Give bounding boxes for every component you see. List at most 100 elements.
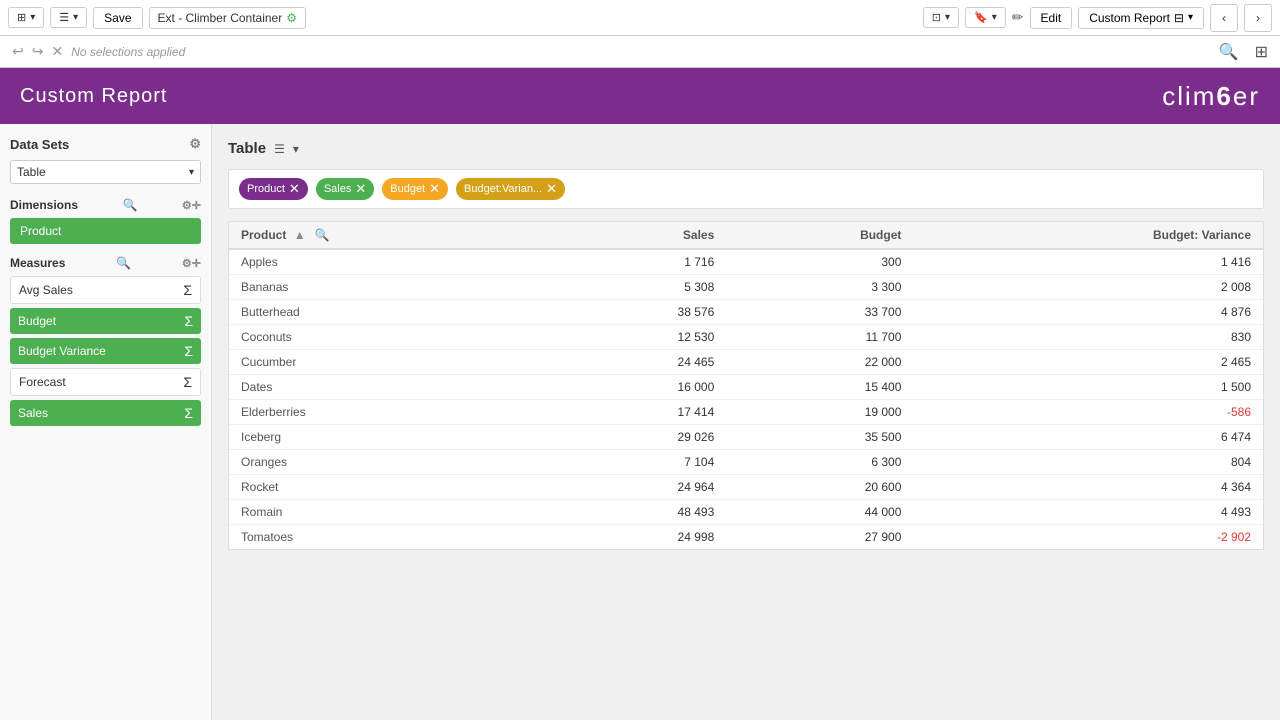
dimension-product-label: Product bbox=[20, 224, 61, 238]
chevron-down-icon5: ▾ bbox=[1188, 12, 1193, 23]
cell-variance: 1 500 bbox=[913, 375, 1263, 400]
chevron-down-icon2: ▾ bbox=[73, 12, 78, 23]
table-row: Elderberries17 41419 000-586 bbox=[229, 400, 1263, 425]
filter-chips-container: Product ✕ Sales ✕ Budget ✕ Budget:Varian… bbox=[228, 169, 1264, 209]
col-budget-label: Budget bbox=[860, 228, 901, 242]
cell-budget: 15 400 bbox=[726, 375, 913, 400]
panel-dropdown-icon[interactable]: ▾ bbox=[293, 142, 299, 156]
chip-product-label: Product bbox=[247, 183, 285, 195]
cell-product: Dates bbox=[229, 375, 552, 400]
content-panel: Table ☰ ▾ Product ✕ Sales ✕ Budget ✕ Bud… bbox=[212, 124, 1280, 720]
search-icon[interactable]: 🔍 bbox=[1219, 42, 1239, 62]
chip-sales-close[interactable]: ✕ bbox=[355, 181, 366, 197]
edit-button[interactable]: Edit bbox=[1030, 7, 1073, 29]
bookmark-button[interactable]: 🔖 ▾ bbox=[965, 7, 1006, 28]
chip-budget-close[interactable]: ✕ bbox=[429, 181, 440, 197]
dimension-product[interactable]: Product bbox=[10, 218, 201, 244]
sidebar: Data Sets ⚙ Table ▾ Dimensions 🔍 ⚙✛ Prod… bbox=[0, 124, 212, 720]
col-product[interactable]: Product ▲ 🔍 bbox=[229, 222, 552, 249]
cell-sales: 17 414 bbox=[552, 400, 726, 425]
datasets-gear-icon[interactable]: ⚙ bbox=[189, 136, 201, 152]
cell-budget: 11 700 bbox=[726, 325, 913, 350]
measure-forecast[interactable]: Forecast Σ bbox=[10, 368, 201, 396]
cell-variance: 830 bbox=[913, 325, 1263, 350]
measures-search-icon[interactable]: 🔍 bbox=[116, 256, 131, 270]
cell-product: Butterhead bbox=[229, 300, 552, 325]
forward-icon[interactable]: ↪ bbox=[32, 43, 44, 60]
measure-avg-sales[interactable]: Avg Sales Σ bbox=[10, 276, 201, 304]
cell-budget: 22 000 bbox=[726, 350, 913, 375]
monitor-button[interactable]: ⊡ ▾ bbox=[923, 7, 959, 28]
measures-settings-icon[interactable]: ⚙✛ bbox=[182, 257, 201, 270]
dimensions-label: Dimensions bbox=[10, 198, 78, 212]
cell-budget: 44 000 bbox=[726, 500, 913, 525]
table-row: Romain48 49344 0004 493 bbox=[229, 500, 1263, 525]
cell-product: Rocket bbox=[229, 475, 552, 500]
cell-sales: 16 000 bbox=[552, 375, 726, 400]
chip-sales[interactable]: Sales ✕ bbox=[316, 178, 374, 200]
cell-product: Apples bbox=[229, 249, 552, 275]
chip-budget-variance-close[interactable]: ✕ bbox=[546, 181, 557, 197]
back-icon[interactable]: ↩ bbox=[12, 43, 24, 60]
cell-sales: 12 530 bbox=[552, 325, 726, 350]
measure-sales[interactable]: Sales Σ bbox=[10, 400, 201, 426]
table-row: Bananas5 3083 3002 008 bbox=[229, 275, 1263, 300]
list-toggle-btn[interactable]: ☰ ▾ bbox=[50, 7, 87, 28]
chip-product-close[interactable]: ✕ bbox=[289, 181, 300, 197]
cell-variance: 804 bbox=[913, 450, 1263, 475]
filter-icon[interactable]: ⊞ bbox=[1255, 42, 1268, 62]
col-budget[interactable]: Budget bbox=[726, 222, 913, 249]
cell-sales: 24 465 bbox=[552, 350, 726, 375]
table-row: Butterhead38 57633 7004 876 bbox=[229, 300, 1263, 325]
measure-sales-label: Sales bbox=[18, 406, 48, 420]
table-row: Oranges7 1046 300804 bbox=[229, 450, 1263, 475]
col-sales[interactable]: Sales bbox=[552, 222, 726, 249]
table-row: Rocket24 96420 6004 364 bbox=[229, 475, 1263, 500]
cell-sales: 48 493 bbox=[552, 500, 726, 525]
toolbar-right: ⊡ ▾ 🔖 ▾ ✏ Edit Custom Report ⊟ ▾ ‹ › bbox=[923, 4, 1272, 32]
col-search-icon[interactable]: 🔍 bbox=[315, 228, 330, 242]
panel-title: Table bbox=[228, 140, 266, 157]
cell-budget: 3 300 bbox=[726, 275, 913, 300]
measure-sales-sigma: Σ bbox=[184, 405, 193, 421]
cell-variance: -2 902 bbox=[913, 525, 1263, 550]
nav-next-button[interactable]: › bbox=[1244, 4, 1272, 32]
cell-product: Oranges bbox=[229, 450, 552, 475]
chip-budget-variance[interactable]: Budget:Varian... ✕ bbox=[456, 178, 565, 200]
cell-product: Tomatoes bbox=[229, 525, 552, 550]
clear-icon[interactable]: ✕ bbox=[51, 43, 63, 60]
nav-prev-button[interactable]: ‹ bbox=[1210, 4, 1238, 32]
datasets-label: Data Sets bbox=[10, 137, 69, 152]
view-toggle-btn[interactable]: ⊞ ▾ bbox=[8, 7, 44, 28]
cell-product: Romain bbox=[229, 500, 552, 525]
custom-report-button[interactable]: Custom Report ⊟ ▾ bbox=[1078, 7, 1204, 29]
cell-sales: 29 026 bbox=[552, 425, 726, 450]
cell-sales: 1 716 bbox=[552, 249, 726, 275]
monitor-icon: ⊡ bbox=[932, 11, 941, 24]
app-title-button[interactable]: Ext - Climber Container ⚙ bbox=[149, 7, 306, 29]
cell-budget: 6 300 bbox=[726, 450, 913, 475]
cell-sales: 7 104 bbox=[552, 450, 726, 475]
save-button[interactable]: Save bbox=[93, 7, 142, 29]
col-variance[interactable]: Budget: Variance bbox=[913, 222, 1263, 249]
chip-budget[interactable]: Budget ✕ bbox=[382, 178, 448, 200]
toolbar-left: ⊞ ▾ ☰ ▾ Save Ext - Climber Container ⚙ bbox=[8, 7, 917, 29]
measure-budget-variance-sigma: Σ bbox=[184, 343, 193, 359]
col-product-label: Product bbox=[241, 228, 286, 242]
cell-budget: 35 500 bbox=[726, 425, 913, 450]
bookmark-icon: 🔖 bbox=[974, 11, 988, 24]
cell-budget: 27 900 bbox=[726, 525, 913, 550]
chip-product[interactable]: Product ✕ bbox=[239, 178, 308, 200]
datasets-section-title: Data Sets ⚙ bbox=[10, 136, 201, 152]
dimensions-settings-icon[interactable]: ⚙✛ bbox=[182, 199, 201, 212]
measure-budget-variance[interactable]: Budget Variance Σ bbox=[10, 338, 201, 364]
measure-budget[interactable]: Budget Σ bbox=[10, 308, 201, 334]
col-sales-label: Sales bbox=[683, 228, 714, 242]
cell-product: Cucumber bbox=[229, 350, 552, 375]
app-title-label: Ext - Climber Container bbox=[158, 11, 283, 25]
dimensions-search-icon[interactable]: 🔍 bbox=[122, 198, 137, 212]
table-icon[interactable]: ☰ bbox=[274, 142, 285, 156]
dataset-dropdown[interactable]: Table ▾ bbox=[10, 160, 201, 184]
cell-product: Iceberg bbox=[229, 425, 552, 450]
cell-variance: 4 493 bbox=[913, 500, 1263, 525]
